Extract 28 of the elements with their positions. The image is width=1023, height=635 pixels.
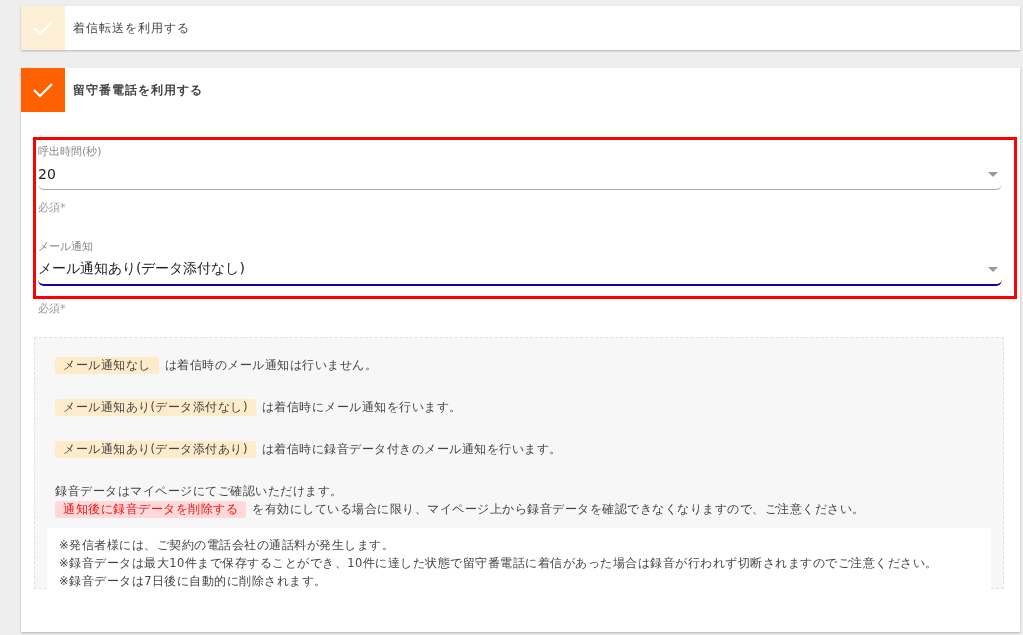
field-value: 20 — [38, 166, 56, 182]
option-description: は着信時にメール通知を行います。 — [262, 399, 462, 416]
caret-icon — [988, 171, 998, 177]
option-description: は着信時に録音データ付きのメール通知を行います。 — [262, 441, 562, 458]
select-field[interactable]: メール通知 メール通知あり(データ添付なし) — [38, 237, 1002, 286]
option-label: 着信転送を利用する — [73, 19, 190, 37]
checkmark-icon — [32, 82, 54, 98]
option-description: は着信時のメール通知は行いません。 — [164, 357, 377, 374]
option-tag: メール通知なし — [55, 356, 159, 374]
checkbox[interactable] — [21, 68, 65, 112]
checkmark-icon — [32, 20, 54, 36]
note-line: ※録音データは7日後に自動的に削除されます。 — [59, 573, 328, 590]
checkbox[interactable] — [21, 6, 65, 50]
warning-text: を有効にしている場合に限り、マイページ上から録音データを確認できなくなりますので、ご注意ください。 — [252, 501, 865, 518]
field-label: メール通知 — [38, 239, 94, 254]
caret-icon — [988, 266, 998, 272]
option-tag: メール通知あり(データ添付なし) — [55, 398, 256, 416]
select-field[interactable]: 呼出時間(秒) 20 — [38, 142, 1002, 190]
recording-note: 録音データはマイページにてご確認いただけます。 — [55, 483, 344, 500]
field-hint: 必須* — [38, 301, 67, 316]
option-tag: メール通知あり(データ添付あり) — [55, 440, 256, 458]
field-label: 呼出時間(秒) — [38, 144, 103, 159]
note-line: ※録音データは最大10件まで保存することができ、10件に達した状態で留守番電話に着信があった場合は録音が行われず切断されますのでご注意ください。 — [59, 555, 939, 572]
field-value: メール通知あり(データ添付なし) — [38, 260, 245, 278]
option-label: 留守番電話を利用する — [73, 81, 203, 99]
field-hint: 必須* — [38, 200, 67, 216]
note-line: ※発信者様には、ご契約の電話会社の通話料が発生します。 — [59, 537, 396, 554]
warning-tag: 通知後に録音データを削除する — [55, 500, 246, 518]
